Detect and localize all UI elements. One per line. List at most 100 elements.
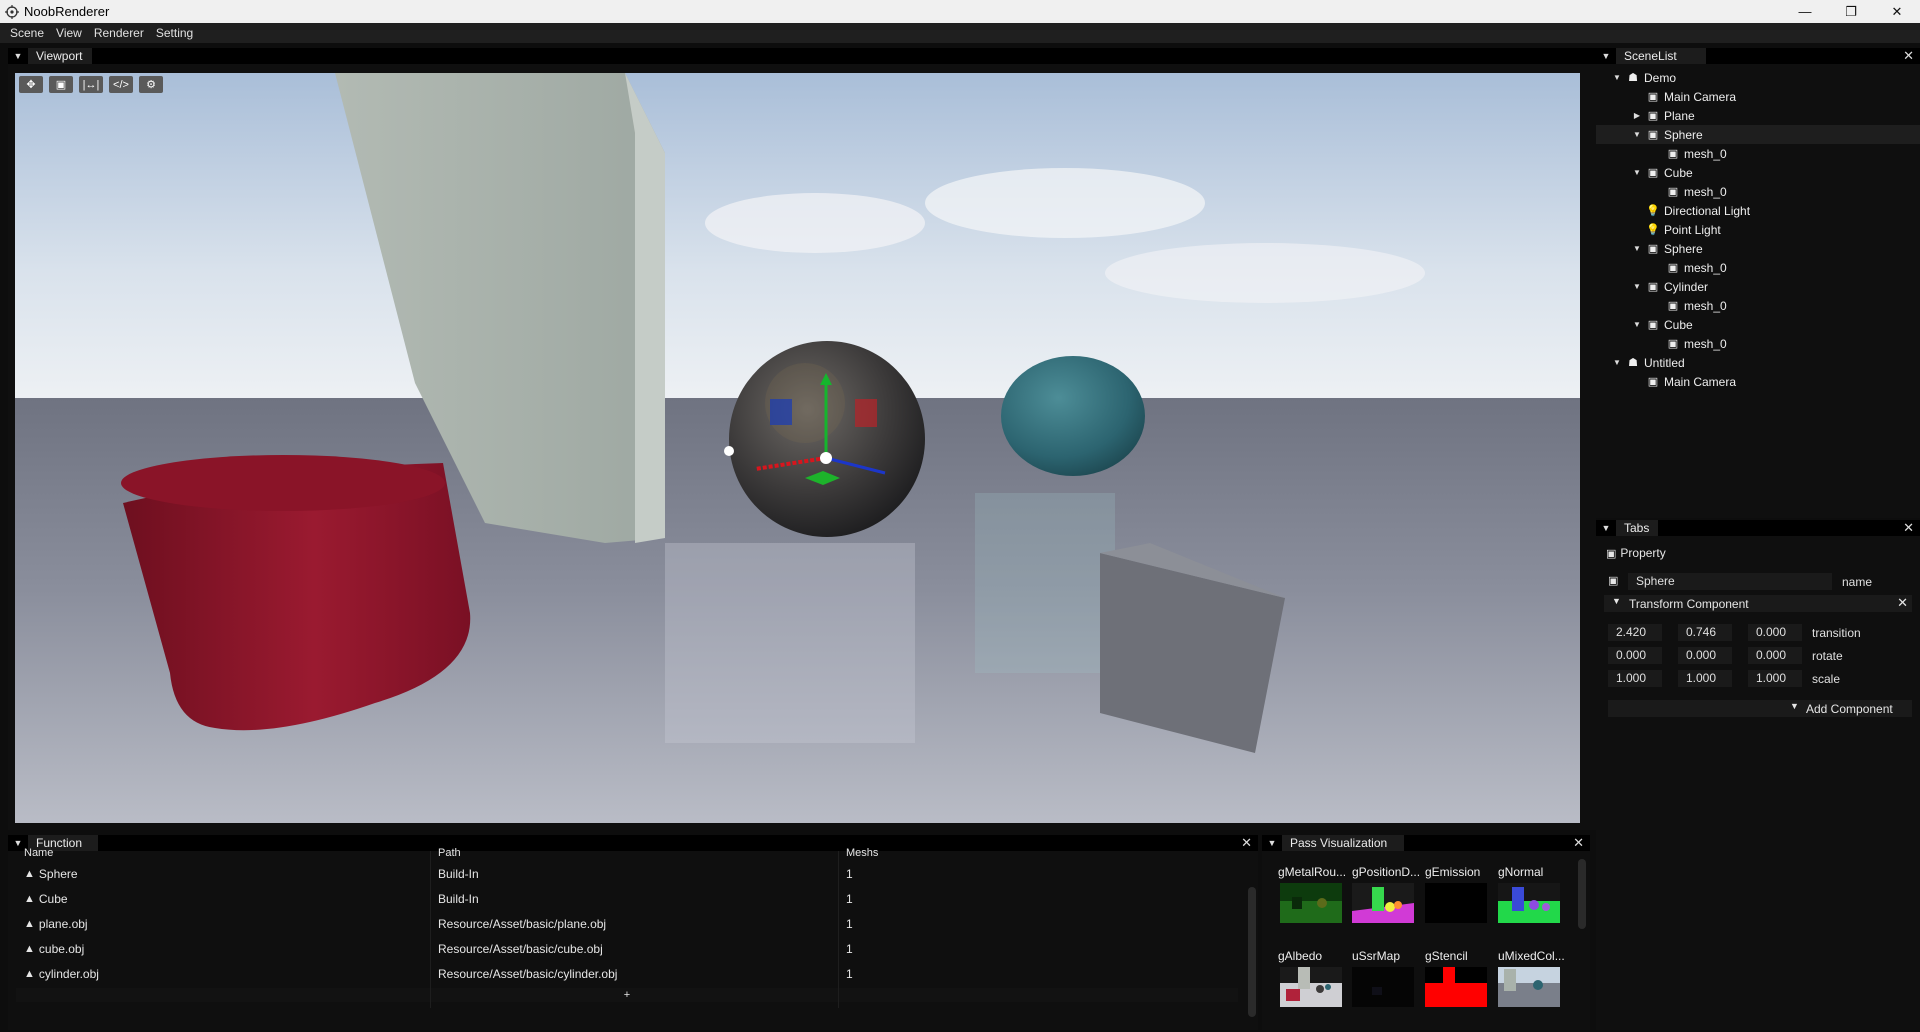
scenelist-panel: ▼ SceneList ✕ ▼ ☗ Demo ▣ Main Camera ▶ ▣ Plane ▼… xyxy=(1596,48,1920,518)
close-button[interactable]: ✕ xyxy=(1874,0,1920,23)
close-icon[interactable]: ✕ xyxy=(1241,835,1252,851)
function-scrollbar[interactable] xyxy=(1248,887,1256,1017)
transition-x-input[interactable]: 2.420 xyxy=(1608,624,1662,641)
asset-meshs: 1 xyxy=(846,891,853,906)
tab-scenelist[interactable]: SceneList xyxy=(1616,48,1706,64)
model-icon: ▲ xyxy=(24,917,35,930)
rotate-z-input[interactable]: 0.000 xyxy=(1748,647,1802,664)
add-asset-button[interactable]: + xyxy=(16,988,1238,1002)
tab-tabs[interactable]: Tabs xyxy=(1616,520,1658,536)
asset-meshs: 1 xyxy=(846,916,853,931)
table-row[interactable]: ▲ plane.obj Resource/Asset/basic/plane.obj… xyxy=(16,911,1246,936)
menu-scene[interactable]: Scene xyxy=(4,26,50,40)
scene-tree-item[interactable]: ▼ ▣ Sphere xyxy=(1596,239,1920,258)
expand-arrow-icon[interactable]: ▼ xyxy=(1632,244,1642,253)
scene-tree-item[interactable]: ▼ ▣ Cube xyxy=(1596,163,1920,182)
add-component-dropdown[interactable]: ▼ Add Component xyxy=(1608,700,1912,717)
transform-component-label: Transform Component xyxy=(1629,597,1749,611)
tabs-panel: ▼ Tabs ✕ ▣ Property ▣ Sphere name ▼ Tran… xyxy=(1596,520,1920,1030)
transform-component-header[interactable]: ▼ Transform Component ✕ xyxy=(1604,595,1912,612)
asset-table-rows: ▲ Sphere Build-In 1 ▲ Cube Build-In 1 ▲ plane.obj… xyxy=(16,861,1246,986)
pass-thumb-gstencil[interactable] xyxy=(1425,967,1487,1007)
viewport-render-canvas[interactable] xyxy=(15,73,1580,823)
scene-tree-item[interactable]: ▣ Main Camera xyxy=(1596,372,1920,391)
expand-arrow-icon[interactable]: ▼ xyxy=(1612,358,1622,367)
asset-path: Resource/Asset/basic/plane.obj xyxy=(438,916,607,931)
menu-setting[interactable]: Setting xyxy=(150,26,199,40)
collapsed-arrow-icon[interactable]: ▶ xyxy=(1632,111,1642,120)
expand-arrow-icon[interactable]: ▼ xyxy=(1632,168,1642,177)
pass-thumb-galbedo[interactable] xyxy=(1280,967,1342,1007)
table-row[interactable]: ▲ Sphere Build-In 1 xyxy=(16,861,1246,886)
scene-tree-item[interactable]: ▣ mesh_0 xyxy=(1596,258,1920,277)
expand-arrow-icon[interactable]: ▼ xyxy=(1632,282,1642,291)
scene-tree-item[interactable]: 💡 Directional Light xyxy=(1596,201,1920,220)
pass-thumb-ussrmap[interactable] xyxy=(1352,967,1414,1007)
collapse-arrow-icon[interactable]: ▼ xyxy=(1596,51,1616,61)
fit-tool-button[interactable]: |↔| xyxy=(79,76,103,93)
tab-viewport[interactable]: Viewport xyxy=(28,48,93,64)
cube-icon: ▣ xyxy=(1647,129,1659,141)
table-row[interactable]: ▲ cylinder.obj Resource/Asset/basic/cylind… xyxy=(16,961,1246,986)
pass-label-gmetalrou: gMetalRou... xyxy=(1278,865,1347,879)
expand-arrow-icon[interactable]: ▼ xyxy=(1632,320,1642,329)
close-icon[interactable]: ✕ xyxy=(1903,520,1914,536)
pass-thumb-gemission[interactable] xyxy=(1425,883,1487,923)
scale-tool-button[interactable]: ▣ xyxy=(49,76,73,93)
scene-tree-item[interactable]: ▼ ☗ Untitled xyxy=(1596,353,1920,372)
menu-view[interactable]: View xyxy=(50,26,88,40)
collapse-arrow-icon[interactable]: ▼ xyxy=(1596,523,1616,533)
scene-tree-item[interactable]: 💡 Point Light xyxy=(1596,220,1920,239)
asset-name: cylinder.obj xyxy=(38,966,99,981)
scene-tree-item[interactable]: ▣ Main Camera xyxy=(1596,87,1920,106)
column-divider xyxy=(430,851,431,1008)
menu-renderer[interactable]: Renderer xyxy=(88,26,150,40)
name-input[interactable]: Sphere xyxy=(1628,573,1832,590)
transition-y-input[interactable]: 0.746 xyxy=(1678,624,1732,641)
scene-tree-item[interactable]: ▼ ▣ Cylinder xyxy=(1596,277,1920,296)
remove-component-icon[interactable]: ✕ xyxy=(1897,595,1908,611)
scale-y-input[interactable]: 1.000 xyxy=(1678,670,1732,687)
rotate-x-input[interactable]: 0.000 xyxy=(1608,647,1662,664)
scene-tree-item[interactable]: ▼ ▣ Sphere xyxy=(1596,125,1920,144)
scene-tree-item[interactable]: ▣ mesh_0 xyxy=(1596,334,1920,353)
move-tool-button[interactable]: ✥ xyxy=(19,76,43,93)
transition-z-input[interactable]: 0.000 xyxy=(1748,624,1802,641)
table-row[interactable]: ▲ cube.obj Resource/Asset/basic/cube.obj 1 xyxy=(16,936,1246,961)
expand-arrow-icon[interactable]: ▼ xyxy=(1632,130,1642,139)
pass-thumb-umixedcol[interactable] xyxy=(1498,967,1560,1007)
cube-icon: ▣ xyxy=(1667,186,1679,198)
scene-tree-item-label: Cube xyxy=(1664,165,1693,180)
passvis-scrollbar[interactable] xyxy=(1578,859,1586,929)
scene-tree-item[interactable]: ▼ ▣ Cube xyxy=(1596,315,1920,334)
maximize-button[interactable]: ❐ xyxy=(1828,0,1874,23)
scene-tree-item[interactable]: ▣ mesh_0 xyxy=(1596,182,1920,201)
minimize-button[interactable]: — xyxy=(1782,0,1828,23)
code-tool-button[interactable]: </> xyxy=(109,76,133,93)
scene-tree-item[interactable]: ▣ mesh_0 xyxy=(1596,296,1920,315)
pass-thumb-gnormal[interactable] xyxy=(1498,883,1560,923)
gear-icon: ⚙ xyxy=(146,79,156,91)
close-icon[interactable]: ✕ xyxy=(1903,48,1914,64)
close-icon[interactable]: ✕ xyxy=(1573,835,1584,851)
tab-pass-visualization[interactable]: Pass Visualization xyxy=(1282,835,1404,851)
scene-tree-item[interactable]: ▶ ▣ Plane xyxy=(1596,106,1920,125)
scale-z-input[interactable]: 1.000 xyxy=(1748,670,1802,687)
expand-arrow-icon[interactable]: ▼ xyxy=(1612,73,1622,82)
pass-thumb-gmetalrou[interactable] xyxy=(1280,883,1342,923)
settings-tool-button[interactable]: ⚙ xyxy=(139,76,163,93)
title-bar: NoobRenderer — ❐ ✕ xyxy=(0,0,1920,23)
property-label: Property xyxy=(1620,546,1666,560)
scene-tree-item[interactable]: ▼ ☗ Demo xyxy=(1596,68,1920,87)
pass-thumb-gpositiond[interactable] xyxy=(1352,883,1414,923)
collapse-arrow-icon[interactable]: ▼ xyxy=(1262,838,1282,848)
collapse-arrow-icon[interactable]: ▼ xyxy=(8,51,28,61)
model-icon: ▲ xyxy=(24,892,35,905)
scene-tree-item[interactable]: ▣ mesh_0 xyxy=(1596,144,1920,163)
table-row[interactable]: ▲ Cube Build-In 1 xyxy=(16,886,1246,911)
rotate-y-input[interactable]: 0.000 xyxy=(1678,647,1732,664)
light-icon: 💡 xyxy=(1646,224,1660,236)
pass-label-galbedo: gAlbedo xyxy=(1278,949,1323,963)
scale-x-input[interactable]: 1.000 xyxy=(1608,670,1662,687)
asset-name: Cube xyxy=(38,891,68,906)
